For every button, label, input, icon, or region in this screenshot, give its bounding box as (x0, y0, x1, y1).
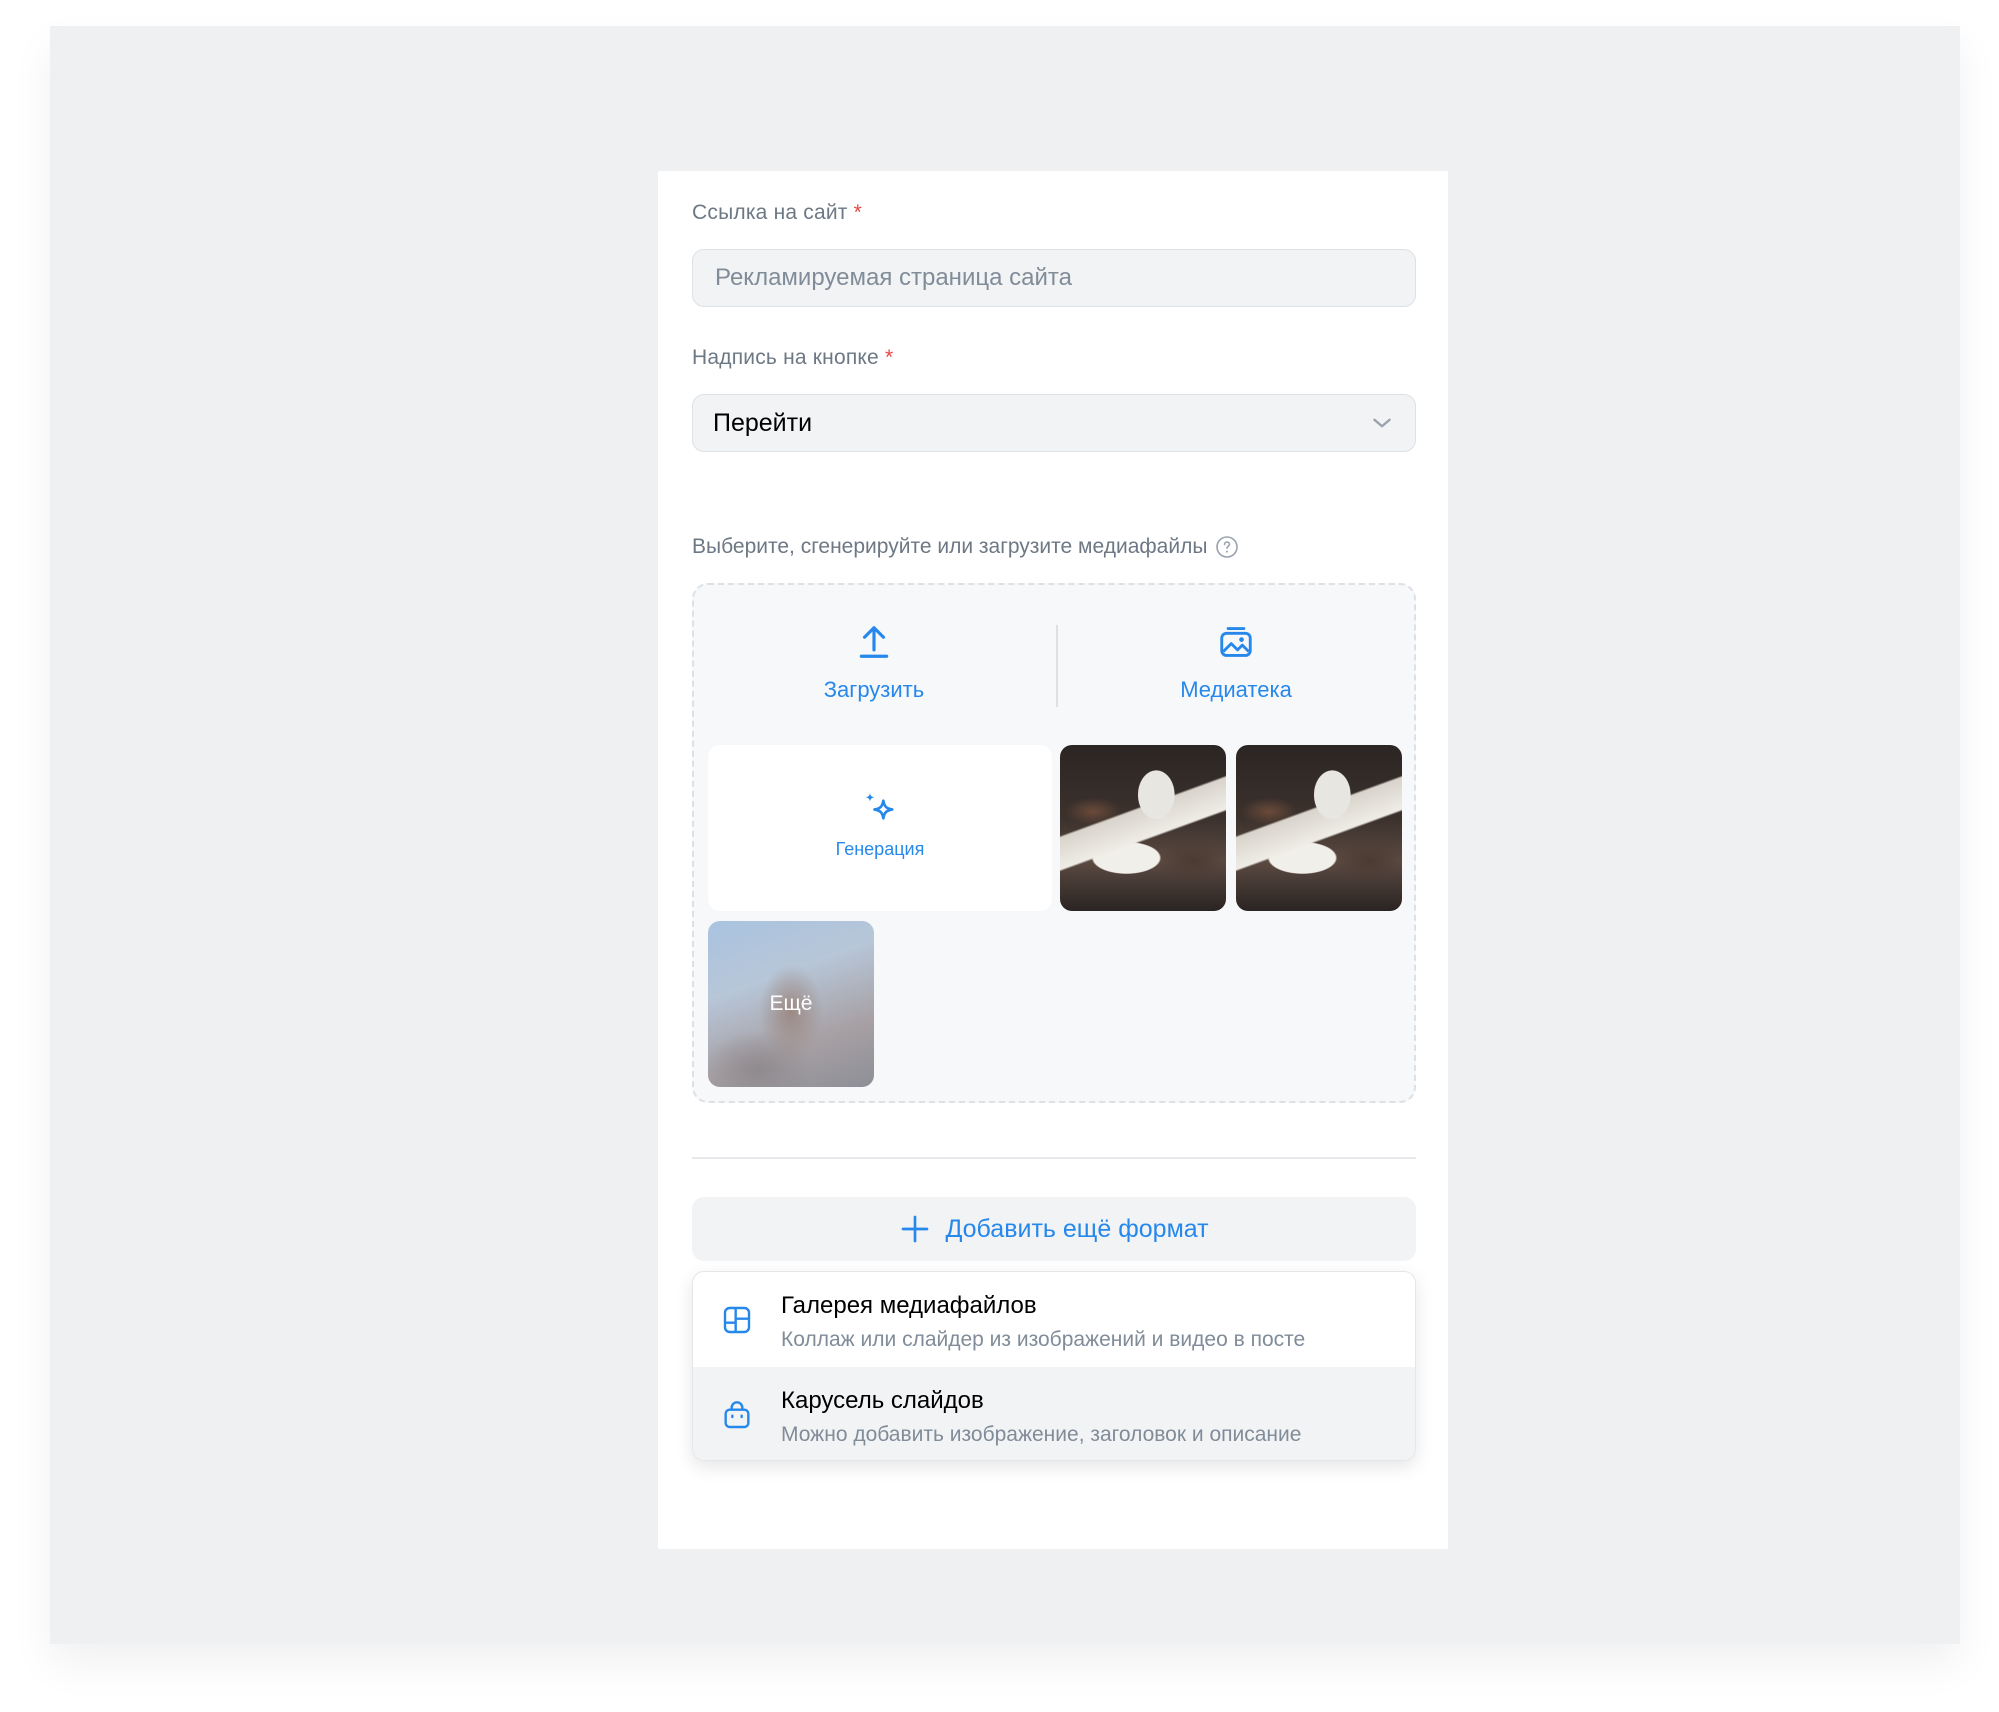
button-caption-select[interactable]: Перейти (692, 394, 1416, 452)
media-thumbnail[interactable] (1236, 745, 1402, 911)
media-divider (1056, 625, 1058, 707)
format-dropdown-menu: Галерея медиафайлов Коллаж или слайдер и… (692, 1271, 1416, 1461)
media-thumbnail[interactable] (1060, 745, 1226, 911)
menu-item-title: Карусель слайдов (781, 1387, 984, 1414)
button-caption-value: Перейти (713, 408, 813, 437)
chevron-down-icon (1373, 418, 1391, 428)
more-label: Ещё (769, 992, 813, 1015)
site-link-field[interactable] (692, 249, 1416, 307)
menu-item-slide-carousel[interactable]: Карусель слайдов Можно добавить изображе… (693, 1367, 1415, 1460)
upload-label: Загрузить (823, 677, 925, 702)
site-link-input[interactable] (713, 263, 1395, 293)
required-mark: * (884, 346, 894, 369)
upload-button[interactable]: Загрузить (704, 623, 1044, 733)
gallery-icon (723, 1306, 751, 1334)
section-divider (692, 1157, 1416, 1159)
media-library-label: Медиатека (1180, 677, 1292, 702)
media-label-text: Выберите, сгенерируйте или загрузите мед… (692, 535, 1208, 558)
generate-button[interactable]: Генерация (708, 745, 1052, 911)
sparkle-icon (865, 793, 894, 820)
media-label: Выберите, сгенерируйте или загрузите мед… (692, 535, 1239, 559)
media-library-icon (1220, 627, 1252, 657)
button-caption-label-text: Надпись на кнопке (692, 346, 879, 369)
plus-icon (902, 1215, 929, 1243)
upload-icon (859, 626, 889, 658)
more-media-button[interactable]: Ещё (708, 921, 874, 1087)
add-format-button[interactable]: Добавить ещё формат (692, 1197, 1416, 1261)
menu-item-media-gallery[interactable]: Галерея медиафайлов Коллаж или слайдер и… (693, 1272, 1415, 1367)
media-library-button[interactable]: Медиатека (1066, 623, 1406, 733)
help-icon[interactable] (1215, 535, 1239, 559)
site-link-label-text: Ссылка на сайт (692, 201, 848, 224)
menu-item-subtitle: Можно добавить изображение, заголовок и … (781, 1423, 1302, 1446)
menu-item-subtitle: Коллаж или слайдер из изображений и виде… (781, 1328, 1306, 1351)
menu-item-title: Галерея медиафайлов (781, 1292, 1037, 1319)
bag-icon (724, 1401, 750, 1429)
generate-label: Генерация (835, 839, 925, 859)
page-background: Ссылка на сайт* Надпись на кнопке* Перей… (50, 26, 1960, 1644)
ad-form-card: Ссылка на сайт* Надпись на кнопке* Перей… (658, 171, 1448, 1549)
site-link-label: Ссылка на сайт * (692, 201, 862, 225)
button-caption-label: Надпись на кнопке * (692, 346, 893, 370)
media-dropzone[interactable]: Загрузить Медиатека Генерация Ещё (692, 583, 1416, 1103)
add-format-label: Добавить ещё формат (945, 1214, 1209, 1243)
required-mark: * (853, 201, 862, 224)
